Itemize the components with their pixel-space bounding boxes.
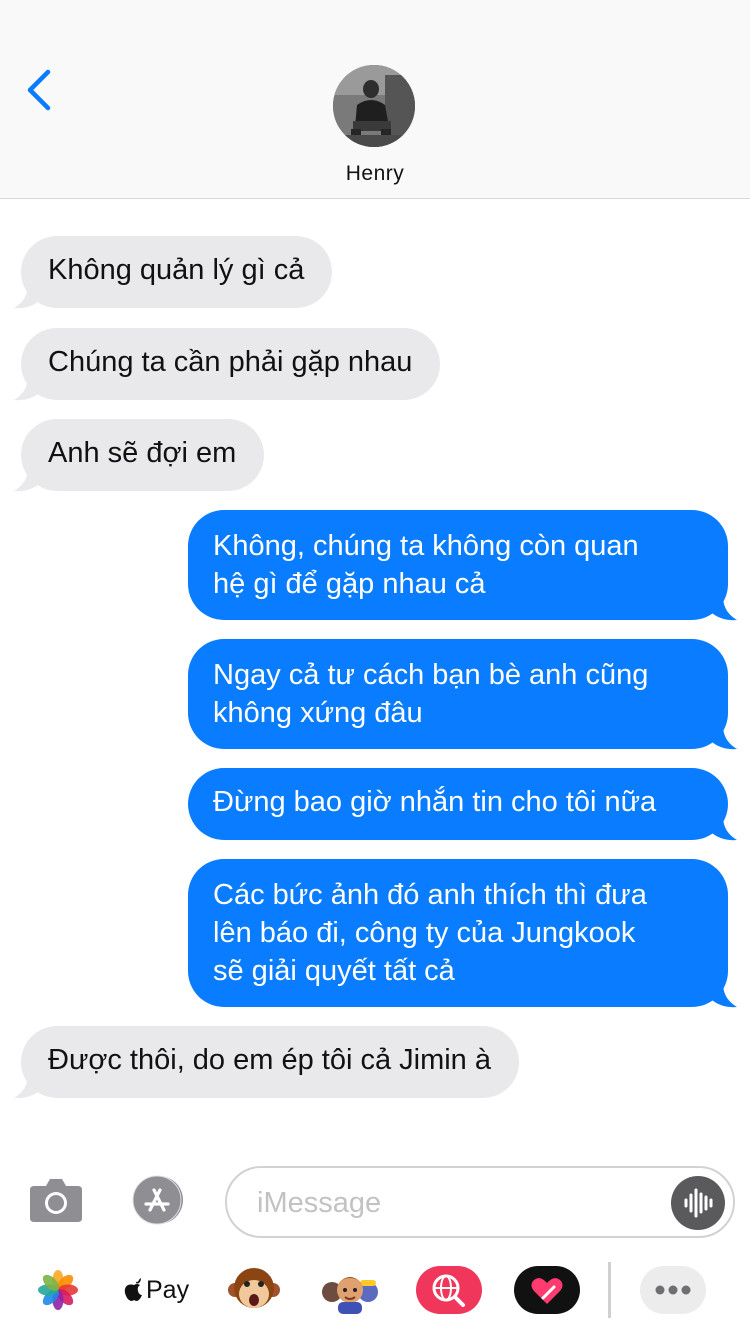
- bubble-tail: [14, 467, 40, 492]
- web-search-app-button[interactable]: [416, 1262, 482, 1323]
- message-text-line: Không, chúng ta không còn quan: [213, 530, 639, 562]
- message-bubble-outgoing[interactable]: Ngay cả tư cách bạn bè anh cũng không xứ…: [188, 639, 728, 749]
- contact-name[interactable]: Henry: [0, 162, 750, 186]
- conversation-header: Henry: [0, 0, 750, 199]
- bubble-tail: [711, 596, 737, 621]
- audio-waveform-icon: [684, 1188, 713, 1218]
- apple-pay-button[interactable]: Pay: [124, 1274, 189, 1306]
- message-text-line: Ngay cả tư cách bạn bè anh cũng: [213, 659, 649, 691]
- message-bubble-incoming[interactable]: Anh sẽ đợi em: [21, 419, 265, 491]
- back-chevron-icon: [27, 69, 51, 111]
- avatar-photo: [333, 65, 415, 147]
- memoji-app-button[interactable]: [318, 1262, 382, 1323]
- apple-logo-icon: [124, 1278, 142, 1301]
- bubble-tail: [14, 1074, 40, 1099]
- photos-app-button[interactable]: [38, 1262, 78, 1323]
- message-bubble-incoming[interactable]: Không quản lý gì cả: [21, 236, 333, 308]
- message-input-container[interactable]: [225, 1166, 735, 1238]
- photos-icon: [38, 1270, 78, 1310]
- app-store-icon: [132, 1175, 183, 1225]
- more-apps-button[interactable]: [640, 1262, 706, 1323]
- apple-pay-label: Pay: [146, 1275, 190, 1304]
- message-input[interactable]: [255, 1182, 659, 1224]
- monkey-animoji-icon: [228, 1268, 280, 1308]
- message-text-line: hệ gì để gặp nhau cả: [213, 568, 486, 600]
- message-text: Được thôi, do em ép tôi cả Jimin à: [48, 1044, 492, 1076]
- message-text: Đừng bao giờ nhắn tin cho tôi nữa: [213, 786, 657, 818]
- animoji-app-button[interactable]: [226, 1262, 282, 1323]
- audio-message-button[interactable]: [671, 1176, 725, 1230]
- message-bubble-outgoing[interactable]: Các bức ảnh đó anh thích thì đưa lên báo…: [188, 859, 728, 1007]
- bubble-tail: [14, 376, 40, 401]
- back-button[interactable]: [22, 66, 62, 114]
- drawer-divider: [608, 1262, 611, 1318]
- more-icon: [640, 1266, 706, 1314]
- message-text: Anh sẽ đợi em: [48, 437, 237, 469]
- message-text: Chúng ta cần phải gặp nhau: [48, 346, 413, 378]
- message-bubble-incoming[interactable]: Chúng ta cần phải gặp nhau: [21, 328, 441, 400]
- message-bubble-outgoing[interactable]: Không, chúng ta không còn quan hệ gì để …: [188, 510, 728, 620]
- message-text-line: lên báo đi, công ty của Jungkook: [213, 917, 636, 949]
- message-text-line: không xứng đâu: [213, 697, 423, 729]
- memoji-icon: [322, 1277, 378, 1314]
- bubble-tail: [711, 816, 737, 841]
- bubble-tail: [711, 983, 737, 1008]
- camera-icon: [30, 1179, 82, 1222]
- bubble-tail: [711, 725, 737, 750]
- app-store-button[interactable]: [126, 1174, 190, 1226]
- bubble-tail: [14, 284, 40, 309]
- message-text-line: Các bức ảnh đó anh thích thì đưa: [213, 879, 647, 911]
- digital-touch-icon: [514, 1266, 580, 1314]
- contact-avatar[interactable]: [333, 65, 415, 147]
- digital-touch-app-button[interactable]: [514, 1262, 580, 1323]
- message-text-line: sẽ giải quyết tất cả: [213, 955, 455, 987]
- camera-button[interactable]: [28, 1174, 84, 1226]
- web-search-icon: [416, 1266, 482, 1314]
- message-text: Không quản lý gì cả: [48, 254, 305, 286]
- message-bubble-incoming[interactable]: Được thôi, do em ép tôi cả Jimin à: [21, 1026, 520, 1098]
- message-bubble-outgoing[interactable]: Đừng bao giờ nhắn tin cho tôi nữa: [188, 768, 728, 840]
